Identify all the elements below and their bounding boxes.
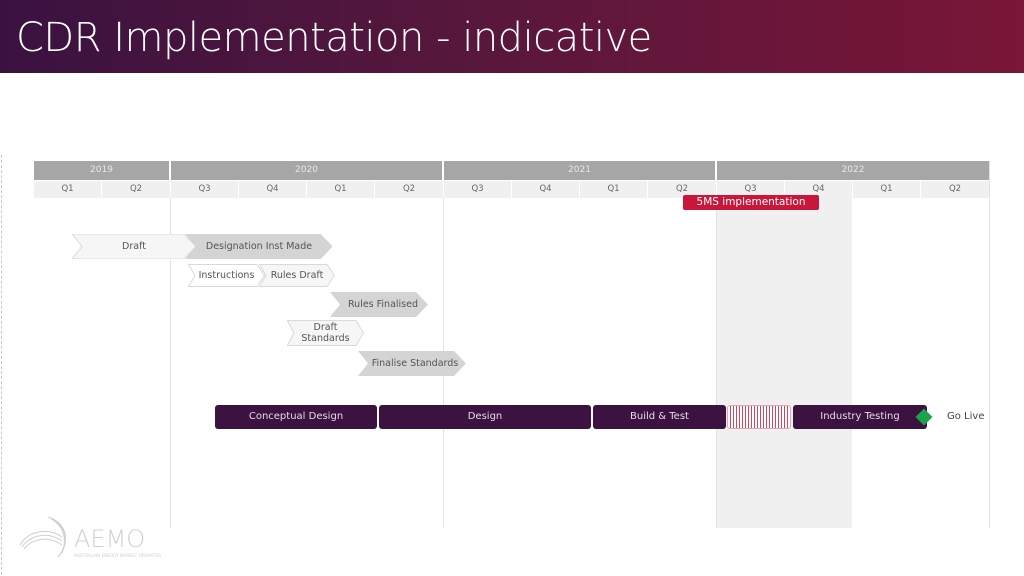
chevron-rules-draft: Rules Draft [259, 264, 335, 287]
year-header-row: 2019 2020 2021 2022 [34, 161, 989, 180]
year-header: 2022 [717, 161, 989, 180]
page-title: CDR Implementation - indicative [16, 15, 652, 61]
chevron-designation-inst-made: Designation Inst Made [186, 234, 332, 259]
quarter-header: Q4 [239, 181, 307, 198]
chevron-draft-standards: Draft Standards [287, 320, 364, 346]
year-header: 2019 [34, 161, 171, 180]
5ms-shaded-period [716, 198, 852, 528]
quarter-header: Q1 [307, 181, 375, 198]
year-header: 2021 [444, 161, 717, 180]
quarter-header: Q1 [580, 181, 648, 198]
quarter-header: Q4 [512, 181, 580, 198]
logo-subtitle: AUSTRALIAN ENERGY MARKET OPERATOR [74, 553, 161, 558]
chevron-label: Finalise Standards [371, 357, 459, 369]
quarter-header: Q1 [853, 181, 921, 198]
chevron-label: Instructions [198, 269, 255, 281]
grid-line [443, 161, 444, 528]
chevron-instructions: Instructions [188, 264, 265, 287]
grid-line [170, 161, 171, 528]
aemo-swirl-icon: AEMO AUSTRALIAN ENERGY MARKET OPERATOR [19, 516, 161, 558]
phase-bar-industry-testing: Industry Testing [793, 405, 927, 429]
go-live-label: Go Live [947, 411, 985, 422]
chevron-draft: Draft [72, 234, 196, 259]
5ms-implementation-label: 5MS implementation [683, 195, 819, 210]
chevron-label: Rules Draft [270, 269, 324, 281]
grid-line [989, 161, 990, 528]
quarter-header: Q3 [444, 181, 512, 198]
chevron-label: Designation Inst Made [205, 240, 313, 252]
chevron-label: Draft Standards [301, 321, 350, 344]
quarter-header: Q2 [375, 181, 444, 198]
quarter-header-row: Q1 Q2 Q3 Q4 Q1 Q2 Q3 Q4 Q1 Q2 Q3 Q4 Q1 Q… [34, 181, 989, 198]
slide-edge-divider [1, 155, 2, 575]
quarter-header: Q2 [921, 181, 989, 198]
year-header: 2020 [171, 161, 444, 180]
chevron-rules-finalised: Rules Finalised [330, 292, 428, 317]
grid-line [716, 161, 717, 528]
logo-text: AEMO [74, 525, 145, 553]
gantt-chart: 2019 2020 2021 2022 Q1 Q2 Q3 Q4 Q1 Q2 Q3… [34, 161, 990, 528]
quarter-header: Q3 [171, 181, 239, 198]
phase-bar-build-test: Build & Test [593, 405, 726, 429]
aemo-logo: AEMO AUSTRALIAN ENERGY MARKET OPERATOR [18, 513, 168, 563]
quarter-header: Q1 [34, 181, 102, 198]
quarter-header: Q2 [102, 181, 171, 198]
chevron-label: Draft [122, 240, 146, 252]
phase-bar-conceptual-design: Conceptual Design [215, 405, 377, 429]
phase-bar-design: Design [379, 405, 591, 429]
chevron-label: Rules Finalised [347, 298, 418, 310]
title-bar: CDR Implementation - indicative [0, 0, 1024, 73]
chevron-finalise-standards: Finalise Standards [358, 351, 466, 376]
contingency-hatched-bar [727, 405, 791, 429]
